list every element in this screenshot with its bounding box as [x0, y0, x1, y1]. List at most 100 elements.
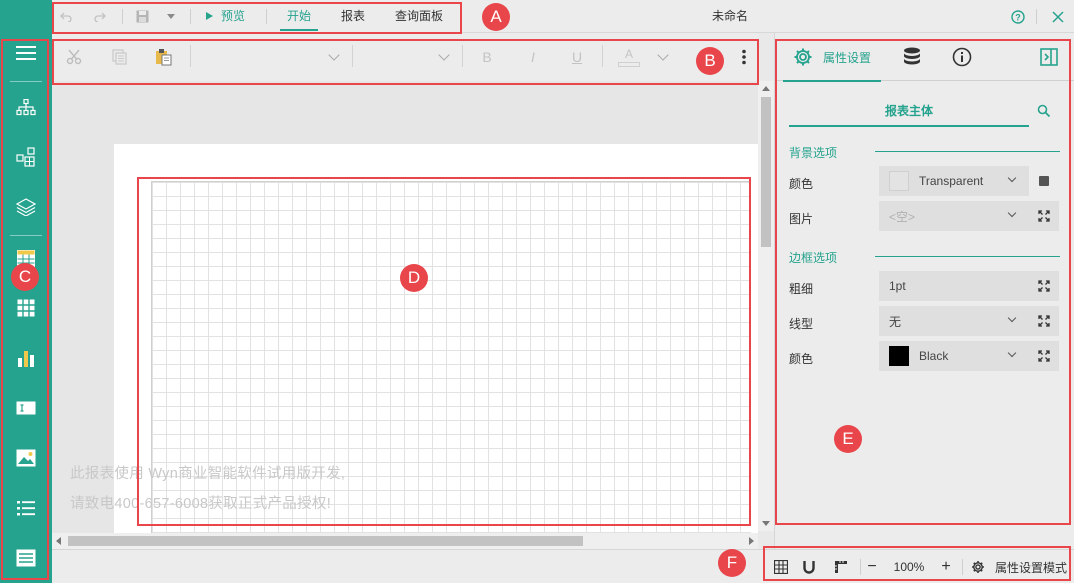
- save-dropdown-icon[interactable]: [164, 0, 178, 33]
- textbox-icon[interactable]: [0, 388, 52, 428]
- copy-icon[interactable]: [108, 33, 132, 81]
- vertical-scrollbar[interactable]: [758, 81, 774, 531]
- menu-tab-start[interactable]: 开始: [280, 0, 318, 33]
- bg-image-select[interactable]: <空>: [879, 201, 1029, 231]
- annotation-marker-b: B: [696, 47, 724, 75]
- separator: [462, 45, 463, 67]
- property-mode-label[interactable]: 属性设置模式: [990, 550, 1072, 583]
- bg-color-select[interactable]: Transparent: [879, 166, 1029, 196]
- font-color-bar: [618, 61, 640, 67]
- separator: [190, 9, 191, 24]
- bold-button[interactable]: B: [476, 33, 498, 81]
- section-divider: [875, 151, 1060, 152]
- separator: [190, 45, 191, 67]
- transparent-swatch: [889, 171, 909, 191]
- font-color-button[interactable]: A: [616, 33, 642, 81]
- preview-label: 预览: [221, 9, 246, 23]
- preview-button[interactable]: 预览: [206, 0, 245, 33]
- horizontal-scroll-thumb[interactable]: [68, 536, 583, 546]
- tab-info[interactable]: [945, 33, 979, 81]
- chevron-down-icon: [1007, 208, 1017, 218]
- horizontal-scrollbar[interactable]: [52, 533, 758, 549]
- info-icon: [952, 47, 972, 67]
- menu-tab-report[interactable]: 报表: [334, 0, 372, 33]
- scroll-up-icon[interactable]: [762, 86, 770, 91]
- grid-icon[interactable]: [770, 550, 792, 583]
- bg-color-stop-icon[interactable]: [1029, 166, 1059, 196]
- search-icon[interactable]: [1037, 104, 1053, 120]
- scroll-right-icon[interactable]: [749, 537, 754, 545]
- expand-icon[interactable]: [1029, 341, 1059, 371]
- top-bar: 预览 开始 报表 查询面板 未命名 ?: [0, 0, 1074, 33]
- list-icon[interactable]: [0, 488, 52, 528]
- layers-icon[interactable]: [0, 187, 52, 227]
- chevron-down-icon: [438, 49, 450, 61]
- vertical-scroll-thumb[interactable]: [761, 97, 771, 247]
- image-icon[interactable]: [0, 438, 52, 478]
- close-icon[interactable]: [1048, 0, 1068, 33]
- redo-icon[interactable]: [89, 0, 111, 33]
- border-width-input[interactable]: 1pt: [879, 271, 1029, 301]
- font-color-dropdown[interactable]: [652, 33, 674, 81]
- menu-tab-query-panel[interactable]: 查询面板: [390, 0, 448, 33]
- gear-icon[interactable]: [968, 550, 988, 583]
- panel-dock-icon[interactable]: [1037, 33, 1061, 81]
- annotation-marker-a: A: [482, 3, 510, 31]
- zoom-in-button[interactable]: +: [936, 550, 956, 583]
- report-body-section-tab[interactable]: 报表主体: [789, 99, 1029, 127]
- border-width-value: 1pt: [889, 279, 906, 293]
- help-circle-icon[interactable]: ?: [1008, 0, 1028, 33]
- cut-icon[interactable]: [62, 33, 86, 81]
- annotation-marker-f: F: [718, 549, 746, 577]
- svg-text:?: ?: [1015, 12, 1021, 22]
- italic-button[interactable]: I: [522, 33, 544, 81]
- hierarchy-icon[interactable]: [0, 88, 52, 128]
- scroll-left-icon[interactable]: [56, 537, 61, 545]
- font-color-label: A: [624, 46, 633, 61]
- undo-icon[interactable]: [55, 0, 77, 33]
- border-color-value: Black: [919, 349, 949, 363]
- expand-icon[interactable]: [1029, 271, 1059, 301]
- border-color-select[interactable]: Black: [879, 341, 1029, 371]
- ruler-icon[interactable]: [830, 550, 852, 583]
- database-icon: [904, 47, 920, 65]
- chart-icon[interactable]: [0, 338, 52, 378]
- scroll-down-icon[interactable]: [762, 521, 770, 526]
- annotation-marker-d: D: [400, 264, 428, 292]
- separator: [860, 559, 861, 575]
- trial-watermark-line-1: 此报表使用 Wyn商业智能软件试用版开发,: [70, 466, 346, 482]
- chevron-down-icon: [1007, 313, 1017, 323]
- components-icon[interactable]: [0, 137, 52, 177]
- design-canvas[interactable]: 此报表使用 Wyn商业智能软件试用版开发, 请致电400-657-6008获取正…: [52, 81, 758, 549]
- bg-image-label: 图片: [789, 212, 814, 226]
- tab-property-settings-label: 属性设置: [822, 50, 871, 65]
- chevron-down-icon: [1007, 348, 1017, 358]
- play-icon: [206, 12, 213, 20]
- more-icon[interactable]: [736, 33, 752, 81]
- zoom-out-button[interactable]: −: [862, 550, 882, 583]
- form-icon[interactable]: [0, 538, 52, 578]
- font-size-dropdown[interactable]: [354, 33, 454, 81]
- font-family-dropdown[interactable]: [194, 33, 344, 81]
- report-page[interactable]: [114, 144, 758, 549]
- expand-icon[interactable]: [1029, 201, 1059, 231]
- matrix-icon[interactable]: [0, 288, 52, 328]
- bg-image-value: <空>: [889, 209, 916, 224]
- save-icon[interactable]: [131, 0, 153, 33]
- magnet-icon[interactable]: [798, 550, 820, 583]
- trial-watermark-line-2: 请致电400-657-6008获取正式产品授权!: [70, 496, 332, 512]
- separator: [602, 45, 603, 67]
- tab-data[interactable]: [895, 33, 929, 81]
- tab-property-settings[interactable]: 属性设置: [783, 33, 881, 82]
- border-style-select[interactable]: 无: [879, 306, 1029, 336]
- menu-icon[interactable]: [0, 33, 52, 73]
- gear-icon: [794, 48, 812, 66]
- property-panel: 属性设置 报表主体 背景选项 颜色 Transparent 图片 <空> 边框选…: [774, 33, 1074, 549]
- paste-icon[interactable]: [152, 33, 176, 81]
- status-bar: − 100% + 属性设置模式: [52, 549, 1074, 583]
- zoom-level: 100%: [893, 560, 925, 574]
- expand-icon[interactable]: [1029, 306, 1059, 336]
- border-section-title: 边框选项: [789, 251, 838, 265]
- bg-color-label: 颜色: [789, 177, 814, 191]
- underline-button[interactable]: U: [566, 33, 588, 81]
